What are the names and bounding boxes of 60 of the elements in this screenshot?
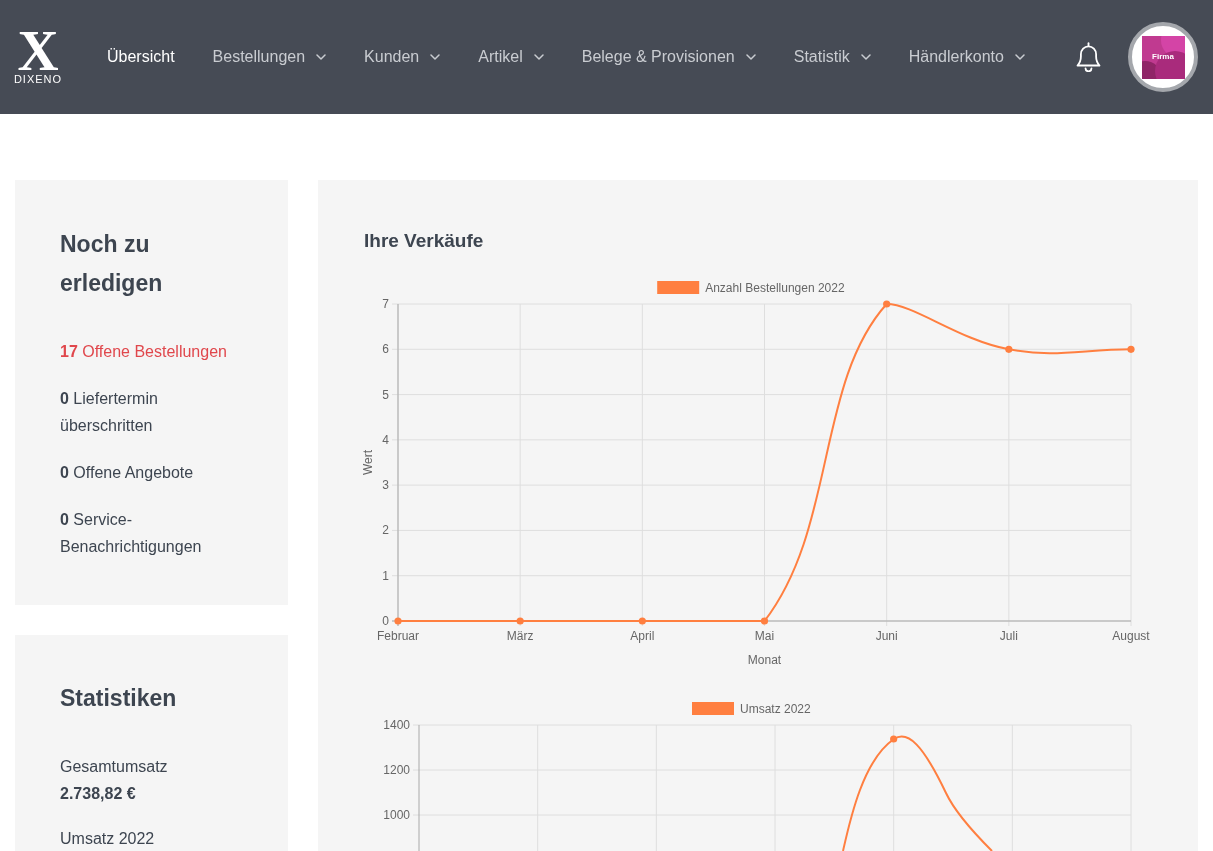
legend-swatch-icon bbox=[692, 702, 734, 715]
legend-label: Anzahl Bestellungen 2022 bbox=[705, 280, 845, 295]
y-tick-label: 7 bbox=[382, 297, 389, 311]
todo-item: 0 Liefertermin überschritten bbox=[60, 389, 159, 436]
x-tick-label: April bbox=[630, 629, 655, 643]
account-avatar[interactable]: Firma bbox=[1128, 22, 1198, 92]
data-point bbox=[394, 617, 402, 625]
y-tick-label: 3 bbox=[382, 478, 389, 493]
nav-item[interactable]: Artikel bbox=[478, 46, 544, 68]
y-tick-label: 1400 bbox=[383, 718, 410, 732]
x-tick-label: Mai bbox=[754, 629, 775, 643]
chevron-down-icon bbox=[533, 54, 544, 60]
data-point bbox=[890, 735, 898, 743]
legend-label: Umsatz 2022 bbox=[740, 701, 811, 716]
chevron-down-icon bbox=[316, 54, 327, 60]
nav-item[interactable]: Bestellungen bbox=[212, 46, 327, 68]
nav-item[interactable]: Belege & Provisionen bbox=[581, 46, 756, 68]
todo-item: 0 Offene Angebote bbox=[60, 463, 195, 483]
y-axis-title: Wert bbox=[361, 449, 375, 476]
card-title: Noch zu erledigen bbox=[60, 230, 164, 298]
y-tick-label: 1200 bbox=[383, 763, 410, 777]
y-tick-label: 5 bbox=[382, 387, 389, 402]
nav-item[interactable]: Statistik bbox=[793, 46, 871, 68]
x-tick-label: Juni bbox=[875, 629, 898, 643]
y-tick-label: 1000 bbox=[383, 808, 410, 822]
data-point bbox=[638, 617, 646, 625]
chevron-down-icon bbox=[430, 54, 441, 60]
data-point bbox=[760, 617, 769, 625]
chevron-down-icon bbox=[745, 54, 756, 60]
stat-label: Gesamtumsatz bbox=[60, 757, 168, 777]
todo-item: 17 Offene Bestellungen bbox=[60, 342, 228, 362]
x-tick-label: Februar bbox=[377, 629, 419, 643]
y-tick-label: 4 bbox=[382, 432, 389, 447]
todo-item: 0 Service-Benachrichtigungen bbox=[60, 510, 203, 557]
x-tick-label: März bbox=[506, 629, 534, 643]
nav-item[interactable]: Kunden bbox=[364, 46, 441, 68]
chevron-down-icon bbox=[860, 54, 871, 60]
nav-item[interactable]: Übersicht bbox=[107, 46, 175, 68]
data-point bbox=[883, 300, 891, 308]
y-tick-label: 1 bbox=[382, 568, 389, 583]
stat-label: Umsatz 2022 bbox=[60, 829, 155, 849]
card-title: Statistiken bbox=[60, 684, 178, 713]
data-point bbox=[1127, 345, 1135, 353]
logo-mark: X bbox=[17, 28, 59, 74]
nav-item[interactable]: Händlerkonto bbox=[908, 46, 1025, 68]
section-title: Ihre Verkäufe bbox=[364, 229, 484, 253]
x-tick-label: August bbox=[1112, 629, 1150, 643]
y-tick-label: 2 bbox=[382, 523, 389, 538]
data-point bbox=[516, 617, 524, 625]
bell-icon bbox=[1075, 42, 1102, 72]
chevron-down-icon bbox=[1014, 54, 1025, 60]
stat-value: 2.738,82 € bbox=[60, 784, 136, 804]
y-tick-label: 6 bbox=[382, 342, 389, 357]
x-tick-label: Juli bbox=[999, 629, 1018, 643]
data-point bbox=[1005, 345, 1013, 353]
logo-wordmark: DIXENO bbox=[13, 72, 63, 86]
notifications-button[interactable] bbox=[1075, 42, 1102, 72]
y-tick-label: 0 bbox=[382, 614, 389, 628]
company-logo: Firma bbox=[1141, 35, 1185, 79]
x-axis-title: Monat bbox=[747, 653, 782, 667]
